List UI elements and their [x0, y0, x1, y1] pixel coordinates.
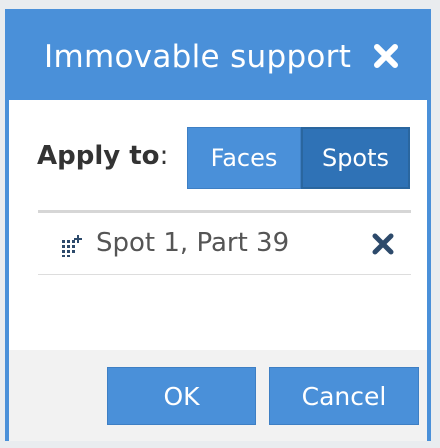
apply-to-label-colon: : — [159, 141, 169, 171]
apply-to-selector: Faces Spots — [187, 127, 410, 189]
cancel-button[interactable]: Cancel — [269, 367, 419, 425]
immovable-support-dialog: Immovable support Apply to: Faces Spots — [5, 9, 431, 441]
faces-option-button[interactable]: Faces — [187, 127, 301, 189]
spots-option-button[interactable]: Spots — [301, 127, 410, 189]
spot-label: Spot 1, Part 39 — [96, 228, 290, 258]
list-item[interactable]: Spot 1, Part 39 — [38, 213, 411, 275]
dialog-footer: OK Cancel — [9, 350, 427, 441]
remove-icon[interactable] — [370, 231, 396, 257]
close-icon[interactable] — [371, 41, 401, 71]
dialog-header: Immovable support — [9, 13, 427, 100]
apply-to-label-text: Apply to — [37, 141, 160, 171]
apply-to-label: Apply to: — [37, 141, 168, 171]
ok-button[interactable]: OK — [107, 367, 256, 425]
spot-points-icon — [60, 232, 86, 258]
dialog-body: Apply to: Faces Spots Spot 1, Part 39 — [9, 100, 427, 350]
dialog-title: Immovable support — [44, 39, 352, 75]
